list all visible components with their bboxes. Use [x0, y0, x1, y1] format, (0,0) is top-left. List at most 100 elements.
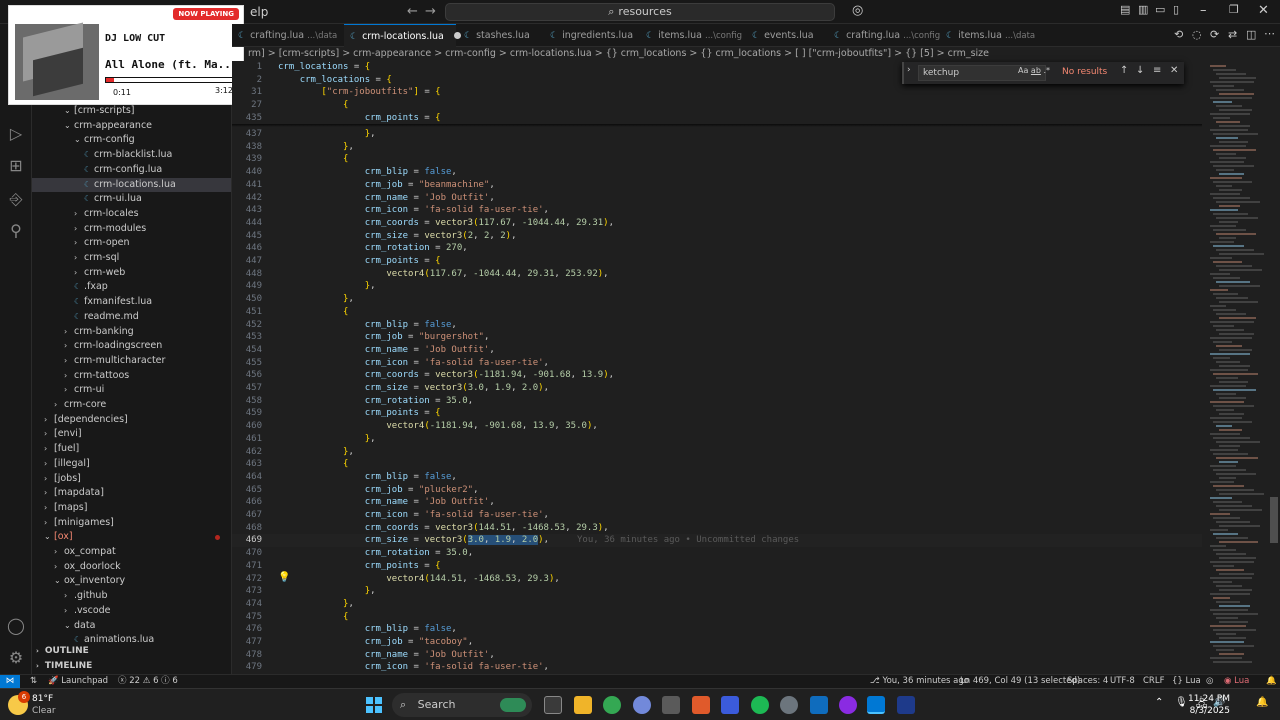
code-line[interactable]: 474 },	[232, 598, 1202, 611]
tree-folder[interactable]: ⌄ crm-appearance	[32, 119, 231, 134]
code-line[interactable]: 446 crm_rotation = 270,	[232, 242, 1202, 255]
playback-progress[interactable]	[105, 77, 235, 83]
cursor-position[interactable]: Ln 469, Col 49 (13 selected)	[960, 675, 1080, 688]
lightbulb-icon[interactable]: 💡	[278, 572, 290, 583]
git-compare-icon[interactable]: ⇄	[1228, 28, 1237, 41]
timeline-section[interactable]: › TIMELINE	[32, 659, 231, 674]
code-line[interactable]: 440 crm_blip = false,	[232, 166, 1202, 179]
tree-folder[interactable]: ⌄ [crm-scripts]	[32, 104, 231, 119]
app-icon-blue[interactable]	[721, 696, 739, 714]
tree-file[interactable]: ☾ crm-ui.lua	[32, 192, 231, 207]
file-explorer-icon[interactable]	[574, 696, 592, 714]
remote-explorer-icon[interactable]: ⎆	[6, 189, 26, 209]
microphone-icon[interactable]: 🎙	[1175, 697, 1188, 708]
code-line[interactable]: 449 },	[232, 280, 1202, 293]
tree-file[interactable]: ☾ fxmanifest.lua	[32, 295, 231, 310]
code-line[interactable]: 445 crm_size = vector3(2, 2, 2),	[232, 230, 1202, 243]
tree-file[interactable]: ☾ crm-blacklist.lua	[32, 148, 231, 163]
now-playing-widget[interactable]: NOW PLAYING DJ LOW CUT All Alone (ft. Ma…	[8, 5, 244, 105]
tree-folder[interactable]: › crm-web	[32, 266, 231, 281]
code-line[interactable]: 479 crm_icon = 'fa-solid fa-user-tie',	[232, 661, 1202, 674]
tree-folder[interactable]: › [mapdata]	[32, 486, 231, 501]
remote-indicator-icon[interactable]: ⋈	[0, 675, 20, 689]
visual-studio-icon[interactable]	[897, 696, 915, 714]
previous-match-icon[interactable]: ↑	[1120, 65, 1128, 76]
code-line[interactable]: 473 },	[232, 585, 1202, 598]
tree-folder[interactable]: › [minigames]	[32, 516, 231, 531]
tree-folder[interactable]: › ox_doorlock	[32, 560, 231, 575]
sticky-line[interactable]: 31 ["crm-joboutfits"] = {	[232, 86, 1202, 100]
code-line[interactable]: 454 crm_name = 'Job Outfit',	[232, 344, 1202, 357]
task-view-icon[interactable]	[544, 696, 562, 714]
code-line[interactable]: 459 crm_points = {	[232, 407, 1202, 420]
tab-crafting-config[interactable]: ☾ crafting.lua ...\config	[828, 24, 940, 47]
minimap[interactable]	[1204, 61, 1268, 674]
code-line[interactable]: 466 crm_name = 'Job Outfit',	[232, 496, 1202, 509]
secondary-sidebar-icon[interactable]: ▯	[1173, 3, 1179, 16]
next-match-icon[interactable]: ↓	[1136, 65, 1144, 76]
run-debug-icon[interactable]: ▷	[6, 124, 26, 144]
search-extension-icon[interactable]: ⚲	[6, 221, 26, 241]
tree-folder[interactable]: › crm-core	[32, 398, 231, 413]
forward-arrow-icon[interactable]: →	[425, 4, 436, 19]
settings-app-icon[interactable]	[780, 696, 798, 714]
code-line[interactable]: 462 },	[232, 446, 1202, 459]
tree-folder[interactable]: ⌄ [ox]	[32, 530, 231, 545]
tree-folder[interactable]: › [maps]	[32, 501, 231, 516]
code-line[interactable]: 460 vector4(-1181.94, -901.68, 13.9, 35.…	[232, 420, 1202, 433]
code-line[interactable]: 475 {	[232, 611, 1202, 624]
tree-folder[interactable]: ⌄ data	[32, 619, 231, 634]
code-line-current[interactable]: 469 crm_size = vector3(3.0, 1.9, 2.0), Yo…	[232, 534, 1202, 548]
tree-folder[interactable]: › [dependencies]	[32, 413, 231, 428]
code-line[interactable]: 443 crm_icon = 'fa-solid fa-user-tie',	[232, 204, 1202, 217]
chrome-icon[interactable]	[603, 696, 621, 714]
find-options-icon[interactable]: Aa ab .*	[1018, 66, 1050, 75]
app-icon-purple[interactable]	[839, 696, 857, 714]
code-line[interactable]: 471 crm_points = {	[232, 560, 1202, 573]
code-line[interactable]: 468 crm_coords = vector3(144.51, -1468.5…	[232, 522, 1202, 535]
code-line[interactable]: 453 crm_job = "burgershot",	[232, 331, 1202, 344]
outline-section[interactable]: › OUTLINE	[32, 644, 231, 659]
code-line[interactable]: 444 crm_coords = vector3(117.67, -1044.4…	[232, 217, 1202, 230]
vscode-icon[interactable]	[867, 696, 885, 714]
windows-start-icon[interactable]	[366, 697, 382, 713]
code-line[interactable]: 476 crm_blip = false,	[232, 623, 1202, 636]
code-line[interactable]: 464 crm_blip = false,	[232, 471, 1202, 484]
go-back-icon[interactable]: ⟲	[1174, 28, 1183, 41]
editor-scrollbar[interactable]	[1270, 497, 1278, 543]
sticky-line[interactable]: 27 {	[232, 99, 1202, 112]
tab-crm-locations[interactable]: ☾ crm-locations.lua	[344, 24, 461, 47]
code-line[interactable]: 448 vector4(117.67, -1044.44, 29.31, 253…	[232, 268, 1202, 281]
minimize-icon[interactable]: –	[1200, 3, 1207, 18]
tab-events[interactable]: ☾ events.lua	[746, 24, 826, 47]
code-line[interactable]: 461 },	[232, 433, 1202, 446]
snipping-tool-icon[interactable]	[662, 696, 680, 714]
git-blame-item[interactable]: ⎇ You, 36 minutes ago	[870, 675, 969, 688]
tree-folder[interactable]: › crm-sql	[32, 251, 231, 266]
tree-folder[interactable]: › crm-tattoos	[32, 369, 231, 384]
tray-overflow-icon[interactable]: ⌃	[1155, 697, 1163, 708]
code-line[interactable]: 463 {	[232, 458, 1202, 471]
tree-folder[interactable]: › crm-multicharacter	[32, 354, 231, 369]
extensions-icon[interactable]: ⊞	[6, 156, 26, 176]
tab-crafting-data[interactable]: ☾ crafting.lua ...\data	[232, 24, 342, 47]
tree-folder[interactable]: › crm-ui	[32, 383, 231, 398]
copilot-status-icon[interactable]: ◎	[1206, 675, 1213, 688]
toggle-replace-icon[interactable]: ›	[907, 65, 911, 75]
tree-folder[interactable]: › .vscode	[32, 604, 231, 619]
tree-folder[interactable]: › crm-modules	[32, 222, 231, 237]
lua-badge[interactable]: ◉ Lua	[1224, 675, 1249, 688]
code-line[interactable]: 465 crm_job = "plucker2",	[232, 484, 1202, 497]
code-line[interactable]: 451 {	[232, 306, 1202, 319]
app-icon-orange[interactable]	[692, 696, 710, 714]
clock[interactable]: 11:24 PM 8/3/2025	[1188, 693, 1230, 717]
code-editor[interactable]: 437 }, 438 }, 439 {440 crm_blip = false, 44…	[232, 61, 1202, 674]
code-line[interactable]: 452 crm_blip = false,	[232, 319, 1202, 332]
tree-folder[interactable]: › crm-loadingscreen	[32, 339, 231, 354]
tree-file[interactable]: ☾ .fxap	[32, 280, 231, 295]
notepad-icon[interactable]	[810, 696, 828, 714]
spotify-icon[interactable]	[751, 696, 769, 714]
problems-item[interactable]: ⓧ 22 ⚠ 6 ⓘ 6	[118, 675, 178, 688]
code-line[interactable]: 439 {	[232, 153, 1202, 166]
sidebar-toggle-icon[interactable]: ▥	[1138, 3, 1148, 16]
